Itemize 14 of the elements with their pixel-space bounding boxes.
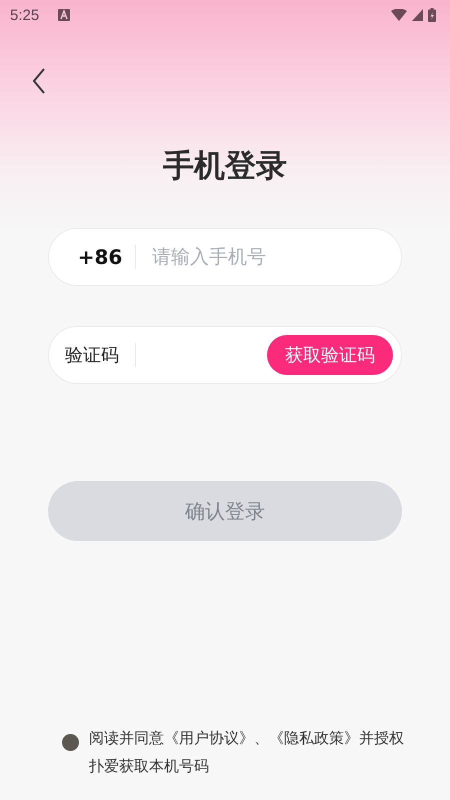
status-time: 5:25 — [10, 6, 40, 24]
back-button[interactable] — [32, 68, 46, 94]
battery-icon — [428, 8, 436, 22]
agreement-text: 阅读并同意《用户协议》、《隐私政策》并授权扑爱获取本机号码 — [89, 728, 405, 777]
page-title: 手机登录 — [162, 147, 288, 186]
country-code[interactable]: +86 — [65, 245, 135, 269]
phone-field[interactable]: +86 请输入手机号 — [48, 228, 402, 286]
code-field[interactable]: 验证码 获取验证码 — [48, 326, 402, 384]
wifi-icon — [391, 9, 407, 21]
get-code-button[interactable]: 获取验证码 — [267, 335, 393, 375]
agree-checkbox[interactable] — [62, 734, 79, 751]
notification-icon — [58, 9, 70, 21]
code-label: 验证码 — [65, 344, 120, 367]
signal-icon — [412, 9, 423, 21]
